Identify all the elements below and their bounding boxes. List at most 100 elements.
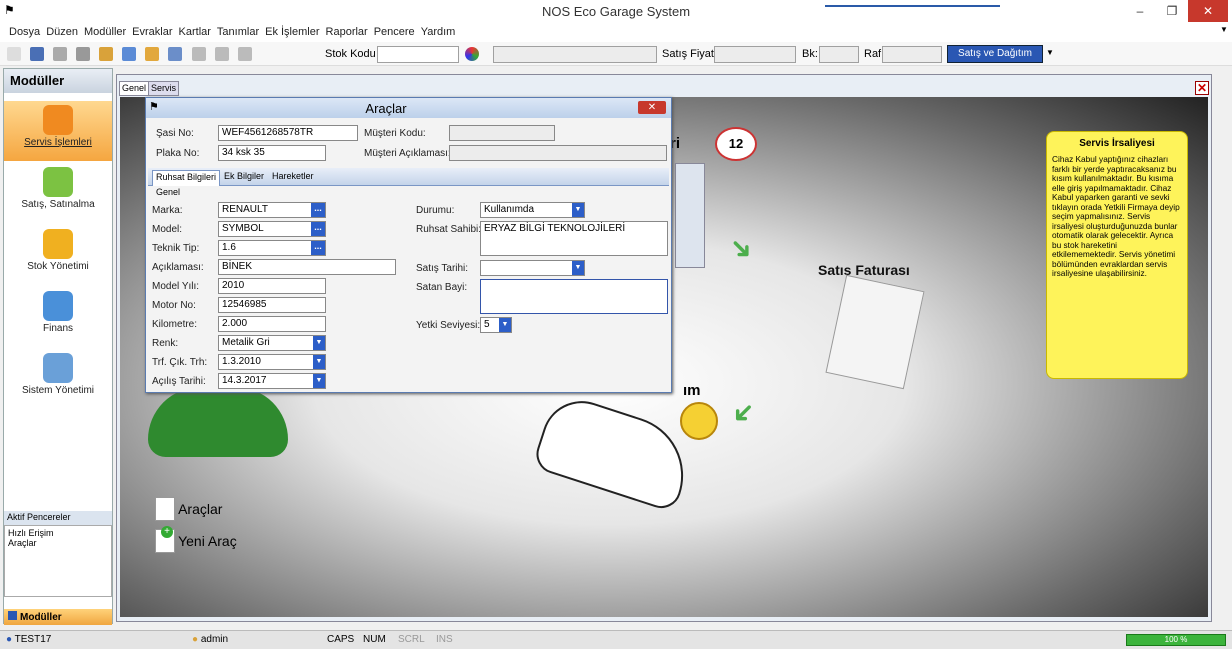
field-input[interactable]: 1.6... xyxy=(218,240,326,256)
sidebar-module-label: Servis İşlemleri xyxy=(24,137,92,148)
stok-kodu-input[interactable] xyxy=(377,46,459,63)
ellipsis-icon[interactable]: ... xyxy=(311,203,325,217)
menu-item[interactable]: Tanımlar xyxy=(214,23,262,41)
shortcut-yeni-arac[interactable]: + Yeni Araç xyxy=(155,526,237,557)
field-label: Motor No: xyxy=(152,300,196,311)
menu-item[interactable]: Modüller xyxy=(81,23,129,41)
moduller-bottom-tab[interactable]: Modüller xyxy=(4,609,112,625)
chevron-down-icon[interactable]: ▼ xyxy=(572,261,584,275)
musteri-aciklamasi-field xyxy=(449,145,667,161)
sidebar-module[interactable]: Sistem Yönetimi xyxy=(4,349,112,409)
new-icon[interactable] xyxy=(7,47,21,61)
cut-icon[interactable] xyxy=(191,47,206,61)
dialog-title-bar[interactable]: ⚑ Araçlar ✕ xyxy=(146,98,671,118)
maximize-button[interactable]: ❐ xyxy=(1156,0,1188,22)
ellipsis-icon[interactable]: ... xyxy=(311,241,325,255)
plaka-no-label: Plaka No: xyxy=(156,148,200,159)
menu-item[interactable]: Dosya xyxy=(6,23,43,41)
add-document-icon: + xyxy=(155,526,175,553)
sasi-no-input[interactable]: WEF4561268578TR xyxy=(218,125,358,141)
active-window-item[interactable]: Araçlar xyxy=(8,538,108,548)
field-label: Marka: xyxy=(152,205,183,216)
minimize-button[interactable]: – xyxy=(1124,0,1156,22)
check-pen-icon xyxy=(43,167,73,197)
system-icon xyxy=(43,353,73,383)
users-icon[interactable] xyxy=(99,47,114,61)
field-input[interactable]: RENAULT... xyxy=(218,202,326,218)
satan-bayi-textarea[interactable] xyxy=(480,279,668,314)
white-car-icon xyxy=(531,390,699,514)
ruhsat-sahibi-textarea[interactable]: ERYAZ BİLGİ TEKNOLOJİLERİ xyxy=(480,221,668,256)
yetki-seviyesi-select[interactable]: 5 ▼ xyxy=(480,317,512,333)
tab-ek-bilgiler[interactable]: Ek Bilgiler xyxy=(224,171,264,181)
sidebar-module-label: Finans xyxy=(42,323,73,334)
field-input[interactable]: BİNEK xyxy=(218,259,396,275)
title-progress-line xyxy=(825,5,1000,7)
save-icon[interactable] xyxy=(30,47,45,61)
test-status: ● TEST17 xyxy=(6,634,51,645)
field-input[interactable]: 14.3.2017 ▼ xyxy=(218,373,326,389)
green-car-icon xyxy=(148,387,288,457)
tools-icon xyxy=(43,105,73,135)
menu-item[interactable]: Pencere xyxy=(371,23,418,41)
menu-overflow-icon[interactable]: ▼ xyxy=(1220,25,1228,34)
paste-icon[interactable] xyxy=(237,47,252,61)
colors-icon[interactable] xyxy=(465,47,479,61)
copy-icon[interactable] xyxy=(214,47,229,61)
chevron-down-icon[interactable]: ▼ xyxy=(572,203,584,217)
card-icon[interactable] xyxy=(122,47,137,61)
counter-number: 12 xyxy=(728,136,744,151)
chevron-down-icon[interactable]: ▼ xyxy=(499,318,511,332)
musteri-kodu-label: Müşteri Kodu: xyxy=(364,128,426,139)
sidebar-module[interactable]: Satış, Satınalma xyxy=(4,163,112,223)
close-button[interactable]: ✕ xyxy=(1188,0,1228,22)
sidebar-module[interactable]: Servis İşlemleri xyxy=(4,101,112,161)
field-input[interactable]: 1.3.2010 ▼ xyxy=(218,354,326,370)
menu-item[interactable]: Ek İşlemler xyxy=(262,23,322,41)
num-indicator: NUM xyxy=(363,634,386,645)
sms-icon[interactable] xyxy=(145,47,160,61)
field-value: BİNEK xyxy=(222,261,253,272)
info-icon: ● xyxy=(6,634,13,645)
field-input[interactable]: Metalik Gri ▼ xyxy=(218,335,326,351)
delete-icon[interactable] xyxy=(53,47,68,61)
menu-item[interactable]: Raporlar xyxy=(323,23,371,41)
ellipsis-icon[interactable]: ... xyxy=(311,222,325,236)
field-input[interactable]: 12546985 xyxy=(218,297,326,313)
moduller-tab-label: Modüller xyxy=(20,612,62,623)
menu-item[interactable]: Evraklar xyxy=(129,23,175,41)
field-input[interactable]: 2010 xyxy=(218,278,326,294)
sidebar-module[interactable]: Finans xyxy=(4,287,112,347)
chevron-down-icon[interactable]: ▼ xyxy=(313,336,325,350)
invoice-icon xyxy=(825,274,925,390)
plaka-no-input[interactable]: 34 ksk 35 xyxy=(218,145,326,161)
close-panel-icon[interactable]: ✕ xyxy=(1195,81,1209,95)
dialog-close-button[interactable]: ✕ xyxy=(638,101,666,114)
tab-hareketler[interactable]: Hareketler xyxy=(272,171,314,181)
menu-item[interactable]: Yardım xyxy=(418,23,459,41)
menu-item[interactable]: Düzen xyxy=(43,23,81,41)
active-window-item[interactable]: Hızlı Erişim xyxy=(8,528,108,538)
sidebar-module[interactable]: Stok Yönetimi xyxy=(4,225,112,285)
tab-servis[interactable]: Servis xyxy=(148,81,180,96)
tab-ruhsat-bilgileri[interactable]: Ruhsat Bilgileri xyxy=(152,170,221,186)
undo-icon[interactable] xyxy=(168,47,183,61)
print-icon[interactable] xyxy=(76,47,91,61)
menu-item[interactable]: Kartlar xyxy=(176,23,214,41)
durumu-value: Kullanımda xyxy=(484,204,535,215)
satis-dagitim-dropdown-icon[interactable]: ▼ xyxy=(1046,48,1054,57)
arrow-right-down-icon: ➜ xyxy=(722,229,761,268)
chevron-down-icon[interactable]: ▼ xyxy=(313,355,325,369)
tab-genel[interactable]: Genel xyxy=(119,81,150,96)
field-input[interactable]: 2.000 xyxy=(218,316,326,332)
durumu-label: Durumu: xyxy=(416,205,455,216)
satis-dagitim-button[interactable]: Satış ve Dağıtım xyxy=(947,45,1043,63)
field-input[interactable]: SYMBOL... xyxy=(218,221,326,237)
shortcut-araclar[interactable]: Araçlar xyxy=(155,497,222,525)
smiley-icon xyxy=(680,402,718,440)
durumu-select[interactable]: Kullanımda ▼ xyxy=(480,202,585,218)
sidebar-module-label: Stok Yönetimi xyxy=(27,261,89,272)
user-status: ● admin xyxy=(192,634,228,645)
chevron-down-icon[interactable]: ▼ xyxy=(313,374,325,388)
satis-tarihi-select[interactable]: ▼ xyxy=(480,260,585,276)
